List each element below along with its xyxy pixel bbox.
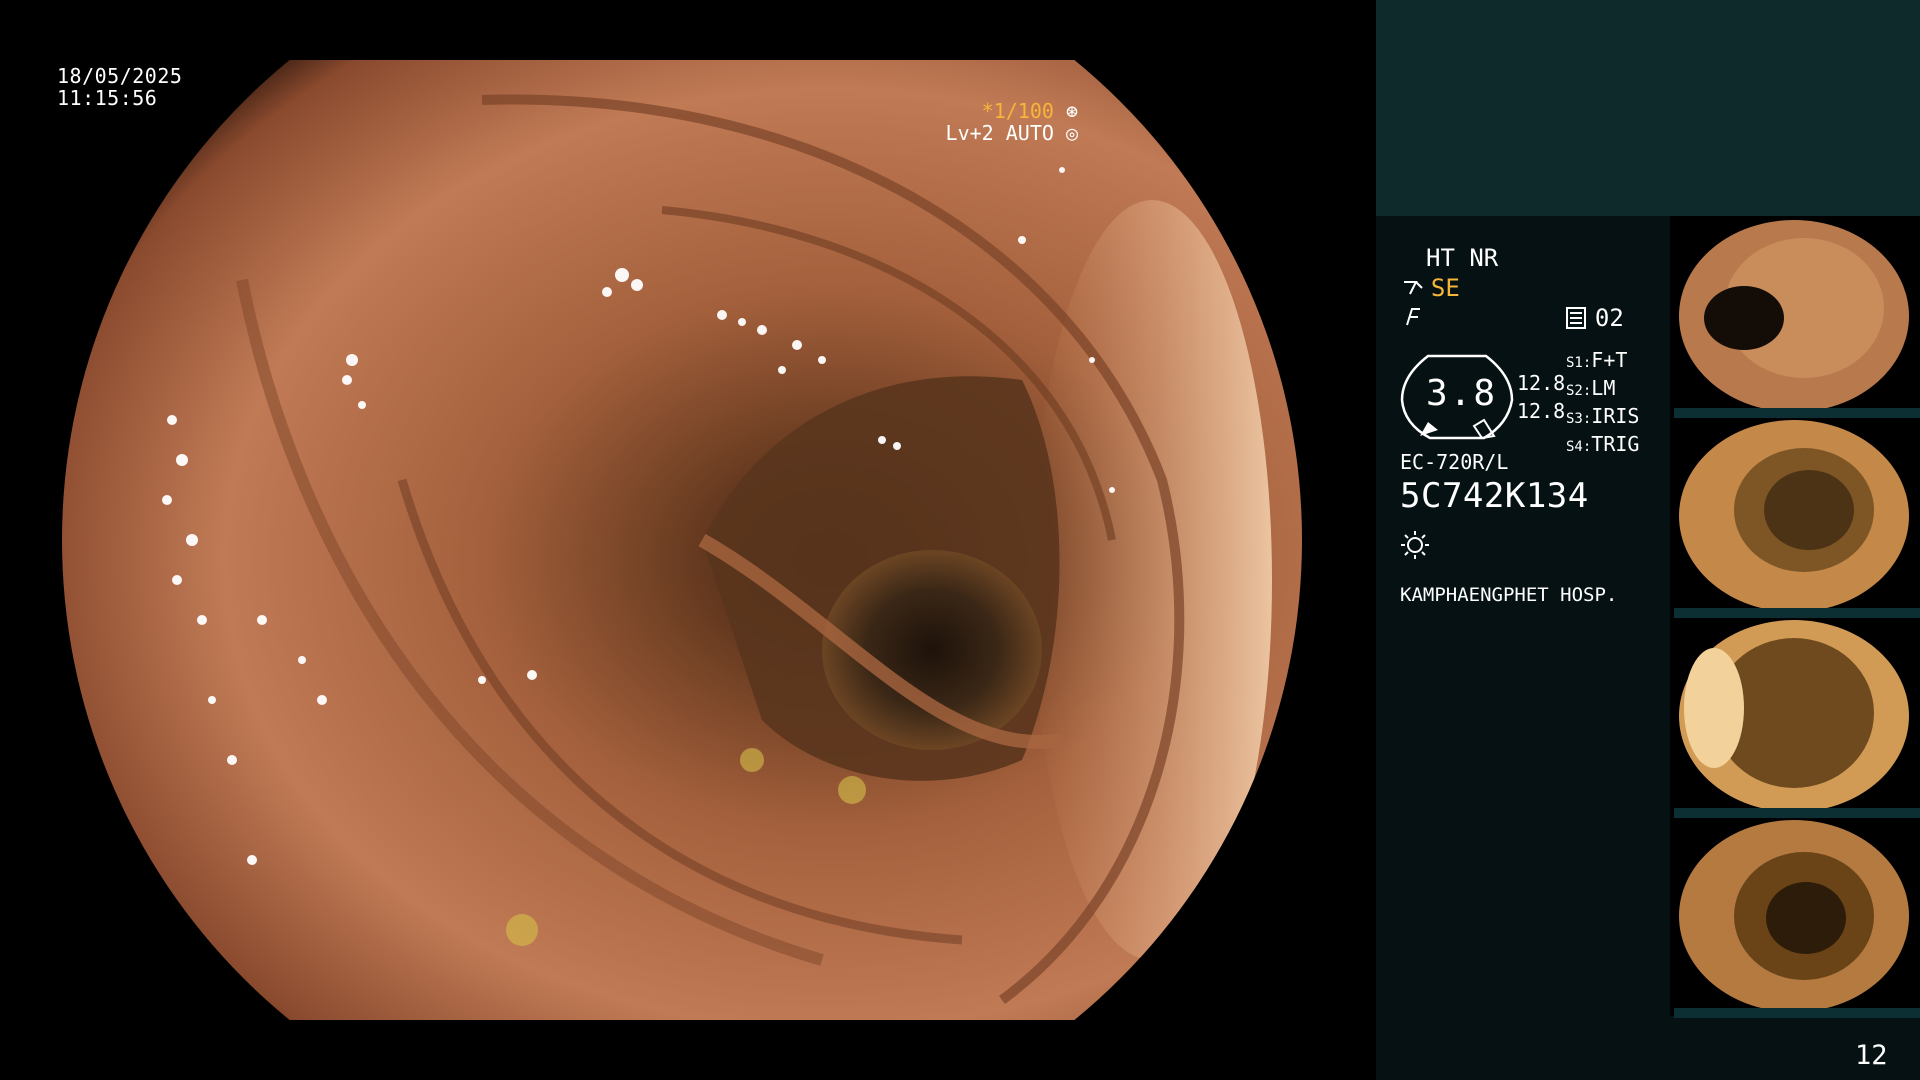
scope-model: EC-720R/L [1400, 450, 1509, 474]
auto-icon: ◎ [1053, 121, 1078, 145]
thumbnail-bar [1674, 408, 1920, 418]
info-panel [1376, 216, 1670, 1080]
shutter-text: *1/100 [981, 99, 1054, 123]
thumbnail-image [1674, 218, 1920, 408]
exposure-readout: *1/100 ⊛ Lv+2 AUTO ◎ [946, 100, 1078, 144]
thumbnail-image [1674, 418, 1920, 608]
ht-nr-label: HT NR [1426, 244, 1499, 272]
channel-readout: 02 [1566, 304, 1624, 332]
hospital-name: KAMPHAENGPHET HOSP. [1400, 584, 1618, 606]
thumbnail-image [1674, 618, 1920, 808]
scope-serial: 5C742K134 [1400, 476, 1589, 516]
s4-label: S4: [1566, 439, 1592, 455]
s3-label: S3: [1566, 411, 1592, 427]
value-1: 12.8 [1517, 371, 1566, 395]
page-number: 12 [1855, 1040, 1888, 1071]
thumbnail-1[interactable] [1674, 218, 1920, 408]
sun-icon [1401, 531, 1429, 559]
gauge-value: 3.8 [1426, 373, 1498, 414]
time-text: 11:15:56 [57, 86, 158, 110]
thumbnail-4[interactable] [1674, 818, 1920, 1008]
value-2: 12.8 [1517, 399, 1566, 423]
thumbnail-bar [1674, 1008, 1920, 1018]
se-indicator: SE [1402, 274, 1460, 302]
thumbnail-2[interactable] [1674, 418, 1920, 608]
colon-image [62, 60, 1302, 1020]
s4-value: TRIG [1591, 432, 1640, 456]
s2-label: S2: [1566, 383, 1592, 399]
thumbnail-image [1674, 818, 1920, 1008]
top-panel [1376, 0, 1920, 216]
s2-value: LM [1591, 376, 1616, 400]
level-text: Lv+2 AUTO [945, 121, 1054, 145]
switch-list: S1:F+T S2:LM S3:IRIS S4:TRIG [1566, 348, 1639, 460]
shutter-icon: ⊛ [1053, 99, 1078, 123]
s1-value: F+T [1591, 348, 1628, 372]
thumbnail-3[interactable] [1674, 618, 1920, 808]
s3-value: IRIS [1591, 404, 1640, 428]
channel-value: 02 [1594, 304, 1624, 332]
endoscope-main-view [62, 60, 1302, 1020]
se-text: SE [1430, 274, 1460, 302]
thumbnail-bar [1674, 608, 1920, 618]
date-time-readout: 18/05/2025 11:15:56 [57, 65, 182, 109]
s1-label: S1: [1566, 355, 1592, 371]
flash-icon [1406, 308, 1420, 326]
date-text: 18/05/2025 [57, 64, 183, 88]
thumbnail-bar [1674, 808, 1920, 818]
